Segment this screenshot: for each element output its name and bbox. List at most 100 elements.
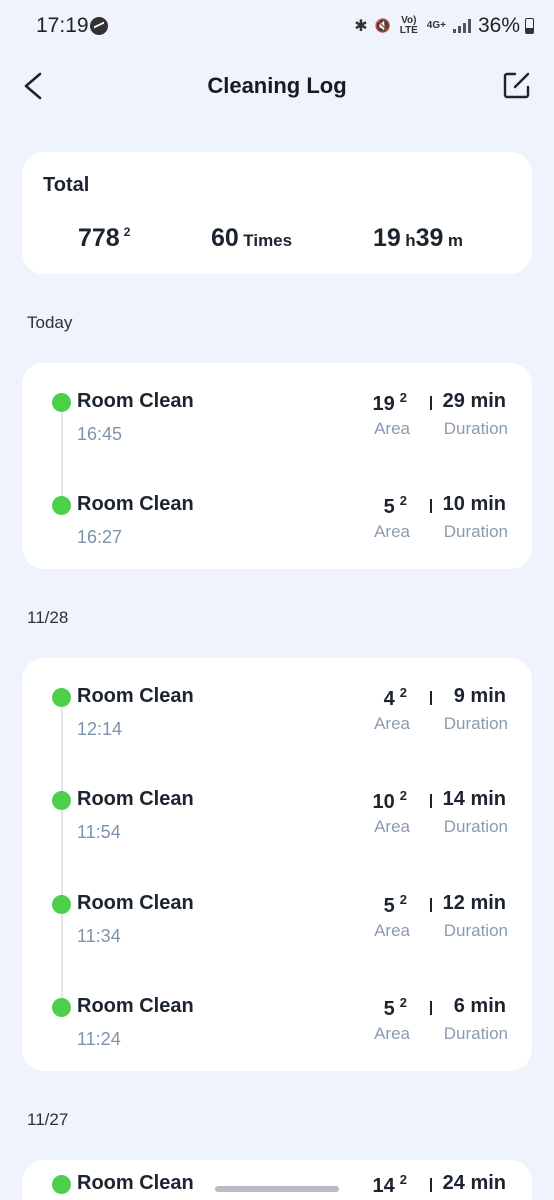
log-entry[interactable]: Room Clean 14 2 24 min xyxy=(22,1160,532,1200)
duration-label: Duration xyxy=(443,522,508,541)
total-hours-value: 19 xyxy=(373,224,401,252)
duration-label: Duration xyxy=(443,714,508,733)
duration-label: Duration xyxy=(443,1024,508,1043)
entry-duration: 12 min xyxy=(442,892,506,914)
entry-area-value: 5 xyxy=(383,496,395,518)
network-gen-indicator: 4G+ xyxy=(426,20,446,31)
status-dot xyxy=(52,393,71,412)
volte-indicator: Vo) LTE xyxy=(399,15,418,36)
entry-title: Room Clean xyxy=(77,685,194,707)
entry-area-value: 10 xyxy=(372,791,395,813)
edit-button[interactable] xyxy=(502,70,532,100)
area-label: Area xyxy=(374,921,410,940)
entry-time: 11:54 xyxy=(77,822,121,842)
total-label: Total xyxy=(43,174,90,196)
status-bar: 17:19 ✱ 🔇 Vo) LTE 4G+ 36% xyxy=(0,0,554,52)
entry-area: 42 xyxy=(384,685,407,711)
divider xyxy=(430,1001,432,1015)
duration-label: Duration xyxy=(443,921,508,940)
entry-title: Room Clean xyxy=(77,390,194,412)
section-date: 11/28 xyxy=(27,608,69,627)
area-label: Area xyxy=(374,1024,410,1043)
divider xyxy=(430,691,432,705)
log-entry[interactable]: Room Clean 16:27 52 10 min Area Duration xyxy=(22,466,532,547)
signal-icon xyxy=(452,19,471,33)
status-dot xyxy=(52,496,71,515)
status-dot xyxy=(52,998,71,1017)
entry-duration: 10 min xyxy=(442,493,506,515)
entry-area-value: 14 xyxy=(372,1175,395,1197)
battery-icon xyxy=(525,18,534,34)
battery-percent: 36% xyxy=(477,14,520,37)
entry-title: Room Clean xyxy=(77,1172,194,1194)
total-area-unit: 2 xyxy=(123,225,131,239)
area-unit: 2 xyxy=(399,788,407,803)
area-label: Area xyxy=(374,817,410,836)
entry-area-value: 4 xyxy=(383,688,395,710)
status-dot xyxy=(52,1175,71,1194)
status-icons: ✱ 🔇 Vo) LTE 4G+ 36% xyxy=(354,14,534,38)
entry-title: Room Clean xyxy=(77,995,194,1017)
total-duration: 19 h39 m xyxy=(373,224,463,253)
divider xyxy=(430,794,432,808)
area-unit: 2 xyxy=(399,390,407,405)
entry-area: 52 xyxy=(384,493,407,519)
messenger-icon xyxy=(90,17,108,35)
divider xyxy=(430,499,432,513)
status-time: 17:19 xyxy=(36,14,89,37)
entry-title: Room Clean xyxy=(77,892,194,914)
day-log-card: Room Clean 12:14 42 9 min Area Duration … xyxy=(22,658,532,1071)
total-minutes-value: 39 xyxy=(415,224,444,252)
log-entry[interactable]: Room Clean 11:54 10 2 14 min Area Duratio… xyxy=(22,761,532,842)
entry-area: 14 2 xyxy=(373,1172,407,1198)
log-entry[interactable]: Room Clean 16:45 19 2 29 min Area Duratio… xyxy=(22,363,532,444)
entry-area-value: 19 xyxy=(372,393,395,415)
page-title: Cleaning Log xyxy=(207,73,347,98)
section-date: 11/27 xyxy=(27,1110,69,1129)
area-label: Area xyxy=(374,714,410,733)
duration-label: Duration xyxy=(443,419,508,438)
entry-area-value: 5 xyxy=(383,998,395,1020)
day-log-card: Room Clean 14 2 24 min xyxy=(22,1160,532,1200)
entry-area: 52 xyxy=(384,892,407,918)
status-dot xyxy=(52,688,71,707)
entry-duration: 24 min xyxy=(442,1172,506,1194)
area-unit: 2 xyxy=(399,1172,407,1187)
entry-area: 52 xyxy=(384,995,407,1021)
total-times: 60 Times xyxy=(211,224,292,253)
area-unit: 2 xyxy=(399,685,407,700)
home-indicator[interactable] xyxy=(215,1186,339,1192)
day-log-card: Room Clean 16:45 19 2 29 min Area Duratio… xyxy=(22,363,532,569)
log-entry[interactable]: Room Clean 11:24 52 6 min Area Duration xyxy=(22,968,532,1049)
entry-area-value: 5 xyxy=(383,895,395,917)
divider xyxy=(430,1178,432,1192)
bluetooth-icon: ✱ xyxy=(354,18,368,35)
area-label: Area xyxy=(374,522,410,541)
log-entry[interactable]: Room Clean 12:14 42 9 min Area Duration xyxy=(22,658,532,739)
entry-title: Room Clean xyxy=(77,788,194,810)
entry-time: 16:27 xyxy=(77,527,123,547)
entry-time: 16:45 xyxy=(77,424,123,444)
total-minutes-unit: m xyxy=(447,231,464,250)
total-hours-unit: h xyxy=(405,231,416,250)
total-area-value: 778 xyxy=(78,224,120,252)
log-entry[interactable]: Room Clean 11:34 52 12 min Area Duration xyxy=(22,865,532,946)
entry-area: 10 2 xyxy=(373,788,407,814)
entry-area: 19 2 xyxy=(373,390,407,416)
mute-icon: 🔇 xyxy=(374,18,391,33)
entry-duration: 29 min xyxy=(442,390,506,412)
status-dot xyxy=(52,895,71,914)
total-times-unit: Times xyxy=(243,231,293,250)
entry-time: 12:14 xyxy=(77,719,123,739)
entry-duration: 9 min xyxy=(453,685,506,707)
total-area: 778 2 xyxy=(78,224,130,253)
area-unit: 2 xyxy=(399,892,407,907)
area-label: Area xyxy=(374,419,410,438)
edit-icon xyxy=(503,72,530,99)
total-times-value: 60 xyxy=(211,224,239,252)
area-unit: 2 xyxy=(399,493,407,508)
entry-duration: 6 min xyxy=(453,995,506,1017)
status-dot xyxy=(52,791,71,810)
total-summary-card: Total 778 2 60 Times 19 h39 m xyxy=(22,152,532,274)
section-date-today: Today xyxy=(27,313,73,332)
